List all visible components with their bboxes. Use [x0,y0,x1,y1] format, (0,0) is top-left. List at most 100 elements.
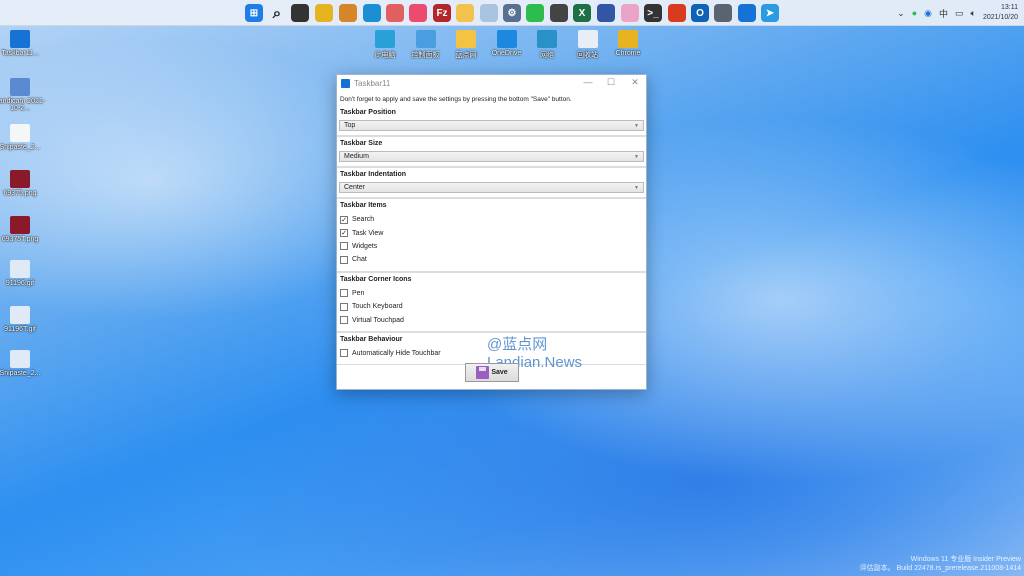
checkbox-label: Virtual Touchpad [352,316,404,324]
build-line-2: 评估副本。 Build 22478.rs_prerelease.211008-1… [859,565,1021,572]
taskbar-excel-icon[interactable]: X [573,4,591,22]
file-icon [10,30,30,48]
file-icon [10,78,30,96]
chevron-up-icon[interactable]: ⌄ [897,8,905,19]
section-heading: Taskbar Items [340,202,387,209]
onepassword-tray-icon[interactable]: ◉ [924,8,932,19]
file-icon [537,30,557,48]
taskbar-app-red-pen-icon[interactable] [386,4,404,22]
taskbar11-window: Taskbar11 — ☐ ✕ Don't forget to apply an… [336,74,647,390]
desktop-icon-label: 69375.png [3,190,37,197]
checkbox-box[interactable] [340,349,348,358]
taskbar-terminal-icon[interactable]: >_ [644,4,662,22]
clock-time: 13:11 [1001,4,1018,11]
file-icon [10,260,30,278]
desktop-icon[interactable]: 69375.png [0,170,48,197]
desktop-icon[interactable]: 91196T.gif [0,306,48,333]
checkbox-chat[interactable]: Chat [339,253,644,266]
taskbar-app-pink-circle-icon[interactable] [621,4,639,22]
checkbox-label: Widgets [352,242,378,250]
checkbox-label: Task View [352,229,384,237]
desktop-icon-label: Chrome [615,50,641,57]
desktop-icon[interactable]: Snipaste_2... [0,124,48,151]
desktop-icon[interactable]: bandicam 2021-10-2... [0,78,48,112]
taskbar-calculator-icon[interactable] [714,4,732,22]
desktop-icon-label: bandicam 2021-10-2... [0,98,46,112]
floppy-disk-icon [476,366,490,379]
file-icon [577,30,598,48]
checkbox-box[interactable] [340,302,348,311]
network-icon[interactable]: ▭ [955,8,964,19]
desktop-icon-label: Snipaste_2... [0,144,41,151]
desktop-icon[interactable]: Chrome [600,30,656,57]
taskbar-search-icon[interactable]: ⌕ [268,4,286,22]
dropdown-value: Medium [344,153,369,160]
desktop-icon[interactable]: 69375T.png [0,216,48,243]
file-icon [456,30,476,48]
chevron-down-icon: ▼ [634,122,639,129]
system-tray: ⌄ ● ◉ 中 ▭ 🔈︎ 13:11 2021/10/20 [897,0,1024,26]
volume-icon[interactable]: 🔈︎ [971,8,976,19]
checkbox-task-view[interactable]: ✓ Task View [339,226,644,239]
taskbar-taskbar11-icon[interactable] [738,4,756,22]
taskbar-remote-desktop-icon[interactable] [597,4,615,22]
taskbar-start-icon[interactable]: ⊞ [245,4,263,22]
items-section: Taskbar Items ✓ Search ✓ Task View Widgets Cha… [337,199,646,273]
checkbox-box[interactable] [340,255,348,264]
taskbar-file-explorer-icon[interactable] [456,4,474,22]
position-dropdown[interactable]: Top ▼ [339,120,644,131]
taskbar-app-red-circle-icon[interactable] [668,4,686,22]
wechat-tray-icon[interactable]: ● [912,8,917,18]
build-watermark: Windows 11 专业版 Insider Preview 评估副本。 Bui… [860,555,1021,573]
checkbox-touch-keyboard[interactable]: Touch Keyboard [339,300,644,313]
checkbox-pen[interactable]: Pen [339,287,644,300]
checkbox-box[interactable]: ✓ [340,229,348,238]
maximize-button[interactable]: ☐ [603,77,619,88]
desktop-icon-label: 91196.gif [5,280,35,287]
desktop-icon[interactable]: Taskbar11... [0,30,48,57]
desktop-icon-label: Snipaste_2... [0,370,41,377]
close-button[interactable]: ✕ [627,77,643,88]
taskbar-settings-icon[interactable]: ⚙ [503,4,521,22]
checkbox-virtual-touchpad[interactable]: Virtual Touchpad [339,313,644,326]
taskbar-edge-icon[interactable] [363,4,381,22]
desktop-icon[interactable]: 91196.gif [0,260,48,287]
section-heading: Taskbar Size [340,140,383,147]
indentation-dropdown[interactable]: Center ▼ [339,182,644,193]
save-button[interactable]: Save [465,363,519,382]
checkbox-label: Touch Keyboard [352,303,403,311]
checkbox-box[interactable] [340,242,348,251]
taskbar-filezilla-icon[interactable]: Fz [433,4,451,22]
clock[interactable]: 13:11 2021/10/20 [983,3,1018,23]
taskbar-task-view-icon[interactable] [291,4,309,22]
build-line-1: Windows 11 专业版 Insider Preview [910,556,1021,563]
checkbox-box[interactable] [340,316,348,325]
checkbox-box[interactable]: ✓ [340,215,348,224]
taskbar-app-pink-icon[interactable] [409,4,427,22]
taskbar-wechat-icon[interactable] [526,4,544,22]
desktop-icon-label: 91196T.gif [4,326,36,333]
clock-date: 2021/10/20 [982,14,1018,21]
chevron-down-icon: ▼ [634,184,639,191]
checkbox-label: Search [352,216,375,224]
checkbox-search[interactable]: ✓ Search [339,213,644,226]
desktop-icon[interactable]: Snipaste_2... [0,350,48,377]
chevron-down-icon: ▼ [634,153,639,160]
section-heading: Taskbar Position [340,109,396,116]
file-icon [10,306,30,324]
taskbar-telegram-icon[interactable]: ➤ [761,4,779,22]
taskbar-app-scanner-icon[interactable] [550,4,568,22]
taskbar-chrome-icon[interactable] [315,4,333,22]
file-icon [618,30,638,48]
taskbar-outlook-icon[interactable]: O [691,4,709,22]
size-dropdown[interactable]: Medium ▼ [339,151,644,162]
taskbar-chrome-canary-icon[interactable] [339,4,357,22]
ime-icon[interactable]: 中 [939,7,948,20]
position-section: Taskbar Position Top ▼ [337,106,646,137]
checkbox-widgets[interactable]: Widgets [339,240,644,253]
checkbox-box[interactable] [340,289,348,298]
file-icon [10,350,30,368]
minimize-button[interactable]: — [580,77,596,87]
indentation-section: Taskbar Indentation Center ▼ [337,168,646,199]
taskbar-photos-icon[interactable] [480,4,498,22]
